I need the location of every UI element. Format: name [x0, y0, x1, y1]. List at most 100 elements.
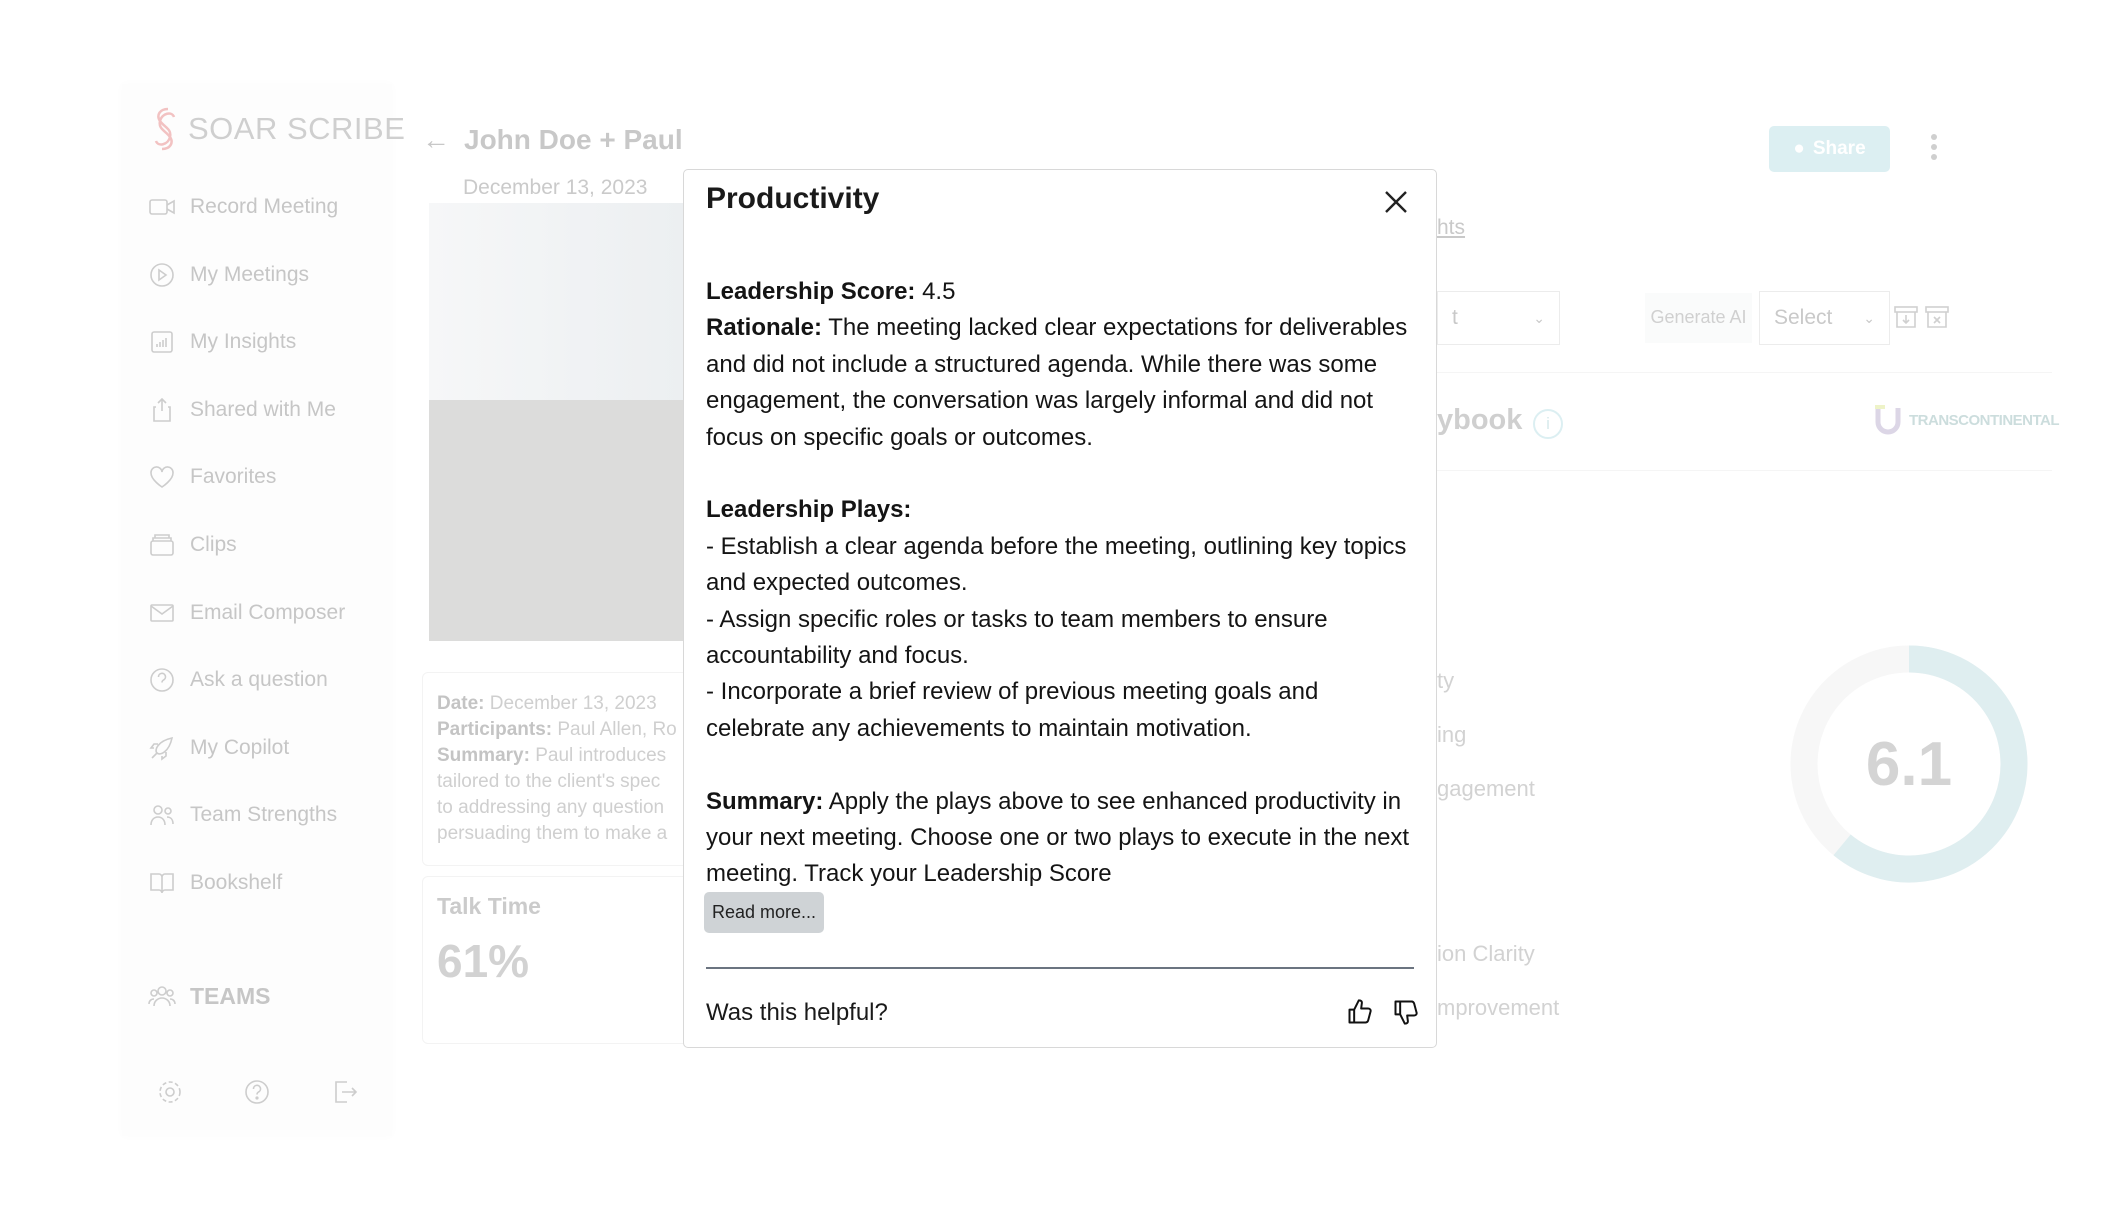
date-label: Date:: [437, 693, 485, 714]
participants-label: Participants:: [437, 719, 553, 740]
metric-label: mprovement: [1437, 995, 1560, 1020]
play-item: - Assign specific roles or tasks to team…: [706, 605, 1328, 670]
participant-video-2: [429, 400, 683, 641]
filter-dropdown[interactable]: t ⌄: [1437, 291, 1560, 345]
read-more-button[interactable]: Read more...: [704, 892, 825, 933]
sidebar-item-shared-with-me[interactable]: Shared with Me: [148, 396, 336, 424]
mail-icon: [150, 603, 174, 622]
sidebar-item-record-meeting[interactable]: Record Meeting: [148, 193, 338, 221]
heart-icon: [150, 466, 174, 489]
talk-time-card: Talk Time 61%: [422, 876, 722, 1044]
share-icon: [153, 397, 171, 422]
sidebar-item-label: Record Meeting: [190, 195, 339, 218]
sidebar-item-my-copilot[interactable]: My Copilot: [148, 734, 289, 762]
metric-label: ion Clarity: [1437, 941, 1535, 966]
video-player[interactable]: [429, 203, 683, 641]
generate-ai-button[interactable]: Generate AI: [1645, 293, 1752, 343]
sidebar-item-my-meetings[interactable]: My Meetings: [148, 261, 309, 289]
participant-video-1: [429, 203, 683, 400]
thumbs-down-icon[interactable]: [1392, 998, 1420, 1026]
play-circle-icon: [150, 262, 174, 287]
university-logo: TRANSCONTINENTAL: [1873, 404, 2060, 436]
more-options-icon[interactable]: [1928, 134, 1940, 160]
divider: [706, 967, 1414, 969]
logo[interactable]: SOAR SCRIBE: [148, 106, 405, 152]
help-icon: [245, 1080, 269, 1104]
share-button[interactable]: ● Share: [1769, 126, 1890, 172]
divider: [1437, 372, 2052, 373]
score-value: 6.1: [1866, 730, 1952, 799]
share-label: Share: [1812, 138, 1866, 159]
score-label: Leadership Score:: [706, 278, 916, 305]
talk-time-label: Talk Time: [437, 893, 541, 919]
leadership-score: 4.5: [922, 278, 956, 305]
summary-line: persuading them to make a: [437, 823, 668, 844]
metric-label: gagement: [1437, 776, 1535, 801]
summary-line: Paul introduces: [535, 745, 667, 766]
chevron-down-icon: ⌄: [1533, 309, 1545, 326]
teams-label: TEAMS: [190, 982, 271, 1009]
sidebar-item-label: My Meetings: [190, 262, 310, 286]
university-logo-icon: [1875, 405, 1901, 435]
logo-text: SOAR SCRIBE: [188, 111, 406, 146]
rationale-label: Rationale:: [706, 314, 823, 342]
book-icon: [150, 873, 174, 894]
participants-value: Paul Allen, Ro: [557, 719, 677, 740]
divider: [1437, 470, 2052, 471]
metric-label: ty: [1437, 668, 1455, 693]
sidebar-teams[interactable]: TEAMS: [148, 982, 271, 1010]
dropdown-value: t: [1452, 306, 1458, 329]
users-icon: ●: [1793, 138, 1805, 159]
play-item: - Establish a clear agenda before the me…: [706, 532, 1407, 597]
select-dropdown[interactable]: Select ⌄: [1759, 291, 1890, 345]
date-value: December 13, 2023: [489, 693, 657, 714]
thumbs-up-icon[interactable]: [1346, 998, 1374, 1026]
back-arrow-icon[interactable]: ←: [422, 124, 450, 156]
archive-delete-icon[interactable]: [1924, 304, 1950, 330]
play-item: - Incorporate a brief review of previous…: [706, 678, 1319, 742]
teams-icon: [148, 986, 176, 1007]
archive-download-icon[interactable]: [1893, 304, 1919, 330]
helpful-prompt: Was this helpful?: [706, 999, 888, 1026]
sidebar-item-label: Clips: [190, 533, 237, 556]
sidebar-item-my-insights[interactable]: My Insights: [148, 328, 296, 356]
score-donut: 6.1: [1790, 645, 2028, 883]
sidebar-item-label: My Copilot: [190, 735, 290, 759]
sidebar-item-team-strengths[interactable]: Team Strengths: [148, 801, 337, 829]
sidebar-item-label: Team Strengths: [190, 803, 338, 827]
modal-title: Productivity: [706, 182, 880, 215]
settings-button[interactable]: [156, 1078, 184, 1111]
chevron-down-icon: ⌄: [1863, 309, 1875, 326]
soar-logo-icon: [154, 107, 176, 151]
help-button[interactable]: [243, 1078, 271, 1111]
sidebar-item-label: Shared with Me: [190, 397, 336, 421]
sidebar-item-bookshelf[interactable]: Bookshelf: [148, 869, 282, 897]
close-icon[interactable]: [1382, 188, 1410, 216]
sidebar-item-label: Email Composer: [190, 600, 346, 624]
sidebar-item-label: Ask a question: [190, 668, 328, 692]
playbook-title: ybook: [1437, 404, 1523, 436]
sidebar-item-ask-a-question[interactable]: Ask a question: [148, 666, 328, 694]
modal-body: Leadership Score: 4.5 Rationale: The mee…: [706, 274, 1418, 894]
meeting-title: John Doe + Paul: [464, 124, 683, 155]
summary-line: tailored to the client's spec: [437, 771, 661, 792]
summary-label: Summary:: [706, 787, 824, 815]
plays-label: Leadership Plays:: [706, 496, 912, 524]
clips-icon: [150, 534, 174, 556]
sidebar-item-label: My Insights: [190, 330, 297, 354]
meeting-header: ← John Doe + Paul: [422, 124, 683, 156]
tab-insights[interactable]: hts: [1437, 216, 1465, 240]
productivity-modal: Productivity Leadership Score: 4.5 Ratio…: [683, 169, 1437, 1048]
sidebar-item-label: Bookshelf: [190, 871, 283, 894]
summary-label: Summary:: [437, 745, 530, 766]
sidebar-item-label: Favorites: [190, 465, 277, 489]
talk-time-value: 61%: [437, 935, 530, 987]
logout-icon: [335, 1081, 358, 1103]
info-icon[interactable]: i: [1533, 409, 1563, 439]
summary-line: to addressing any question: [437, 797, 665, 818]
sidebar-item-email-composer[interactable]: Email Composer: [148, 599, 345, 627]
rocket-icon: [149, 736, 174, 761]
logout-button[interactable]: [330, 1078, 358, 1111]
sidebar-item-clips[interactable]: Clips: [148, 531, 237, 559]
sidebar-item-favorites[interactable]: Favorites: [148, 463, 276, 491]
